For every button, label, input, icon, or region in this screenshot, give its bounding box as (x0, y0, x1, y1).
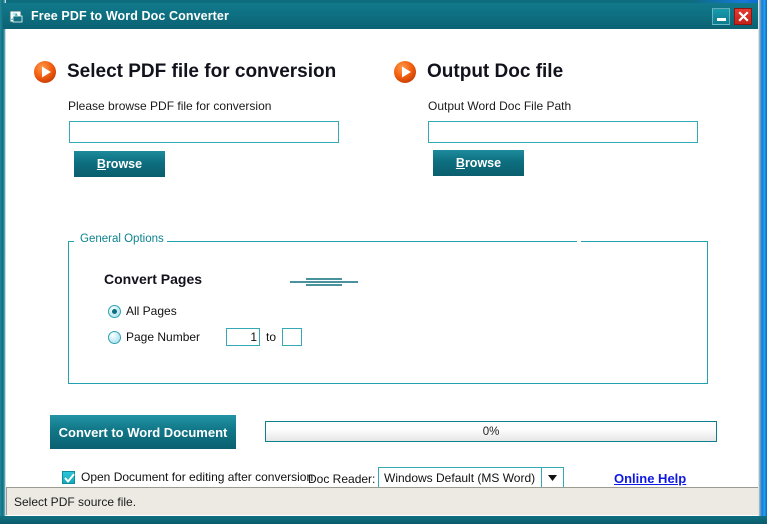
open-after-conversion-checkbox[interactable] (62, 470, 75, 484)
radio-page-number-mark[interactable] (108, 330, 121, 344)
minimize-button[interactable] (712, 7, 730, 25)
input-section-header: Select PDF file for conversion (32, 59, 336, 85)
window-title: Free PDF to Word Doc Converter (31, 9, 229, 23)
online-help-link[interactable]: Online Help (614, 471, 686, 486)
application-window: Free PDF to Word Doc Converter Select PD… (0, 0, 767, 524)
browse-pdf-button[interactable]: Browse (74, 151, 165, 177)
convert-pages-title: Convert Pages (104, 271, 203, 287)
decorative-divider-icon (290, 274, 358, 290)
page-to-input[interactable] (282, 328, 303, 346)
output-path-input[interactable] (428, 121, 698, 143)
input-field-label: Please browse PDF file for conversion (68, 99, 272, 113)
close-button[interactable] (734, 7, 752, 25)
page-range-to-label: to (266, 330, 277, 344)
browse-output-label: rowse (464, 156, 502, 170)
app-document-icon (8, 8, 25, 25)
browse-output-accelerator: B (455, 156, 465, 170)
page-from-input[interactable] (226, 328, 261, 346)
radio-page-number[interactable]: Page Number to (108, 328, 303, 346)
browse-pdf-label: rowse (105, 157, 143, 171)
minimize-icon (716, 17, 726, 21)
status-message: Select PDF source file. (14, 494, 137, 509)
doc-reader-label: Doc Reader: (308, 472, 376, 486)
output-section-title: Output Doc file (427, 61, 564, 82)
client-area: Select PDF file for conversion Please br… (6, 29, 758, 489)
output-section-header: Output Doc file (392, 59, 563, 85)
radio-all-pages[interactable]: All Pages (108, 304, 177, 318)
chevron-down-icon[interactable] (541, 468, 563, 488)
doc-reader-selected-value: Windows Default (MS Word) (384, 471, 536, 485)
open-after-conversion-checkbox-row[interactable]: Open Document for editing after conversi… (62, 470, 313, 484)
conversion-progress-bar: 0% (265, 421, 717, 442)
output-field-label: Output Word Doc File Path (428, 99, 572, 113)
progress-percent-label: 0% (482, 425, 500, 438)
general-options-legend: General Options (77, 233, 167, 245)
title-bar: Free PDF to Word Doc Converter (3, 3, 758, 29)
window-bottom-border (0, 516, 767, 524)
open-after-conversion-label[interactable]: Open Document for editing after conversi… (81, 470, 313, 484)
convert-button[interactable]: Convert to Word Document (50, 415, 236, 449)
doc-reader-dropdown[interactable]: Windows Default (MS Word) (378, 467, 564, 489)
radio-all-pages-label[interactable]: All Pages (126, 304, 177, 318)
window-controls (712, 7, 752, 25)
browse-pdf-accelerator: B (96, 157, 106, 171)
window-right-border (758, 0, 767, 524)
general-options-groupbox: General Options Convert Pages All Pages … (68, 233, 708, 384)
status-bar: Select PDF source file. (6, 487, 758, 515)
orange-play-bullet-icon (392, 59, 418, 85)
browse-output-button[interactable]: Browse (433, 150, 524, 176)
pdf-path-input[interactable] (69, 121, 339, 143)
radio-all-pages-mark[interactable] (108, 304, 121, 318)
checkmark-icon (64, 473, 75, 482)
orange-play-bullet-icon (32, 59, 58, 85)
input-section-title: Select PDF file for conversion (67, 61, 337, 82)
radio-page-number-label[interactable]: Page Number (126, 330, 200, 344)
close-icon (737, 10, 749, 22)
